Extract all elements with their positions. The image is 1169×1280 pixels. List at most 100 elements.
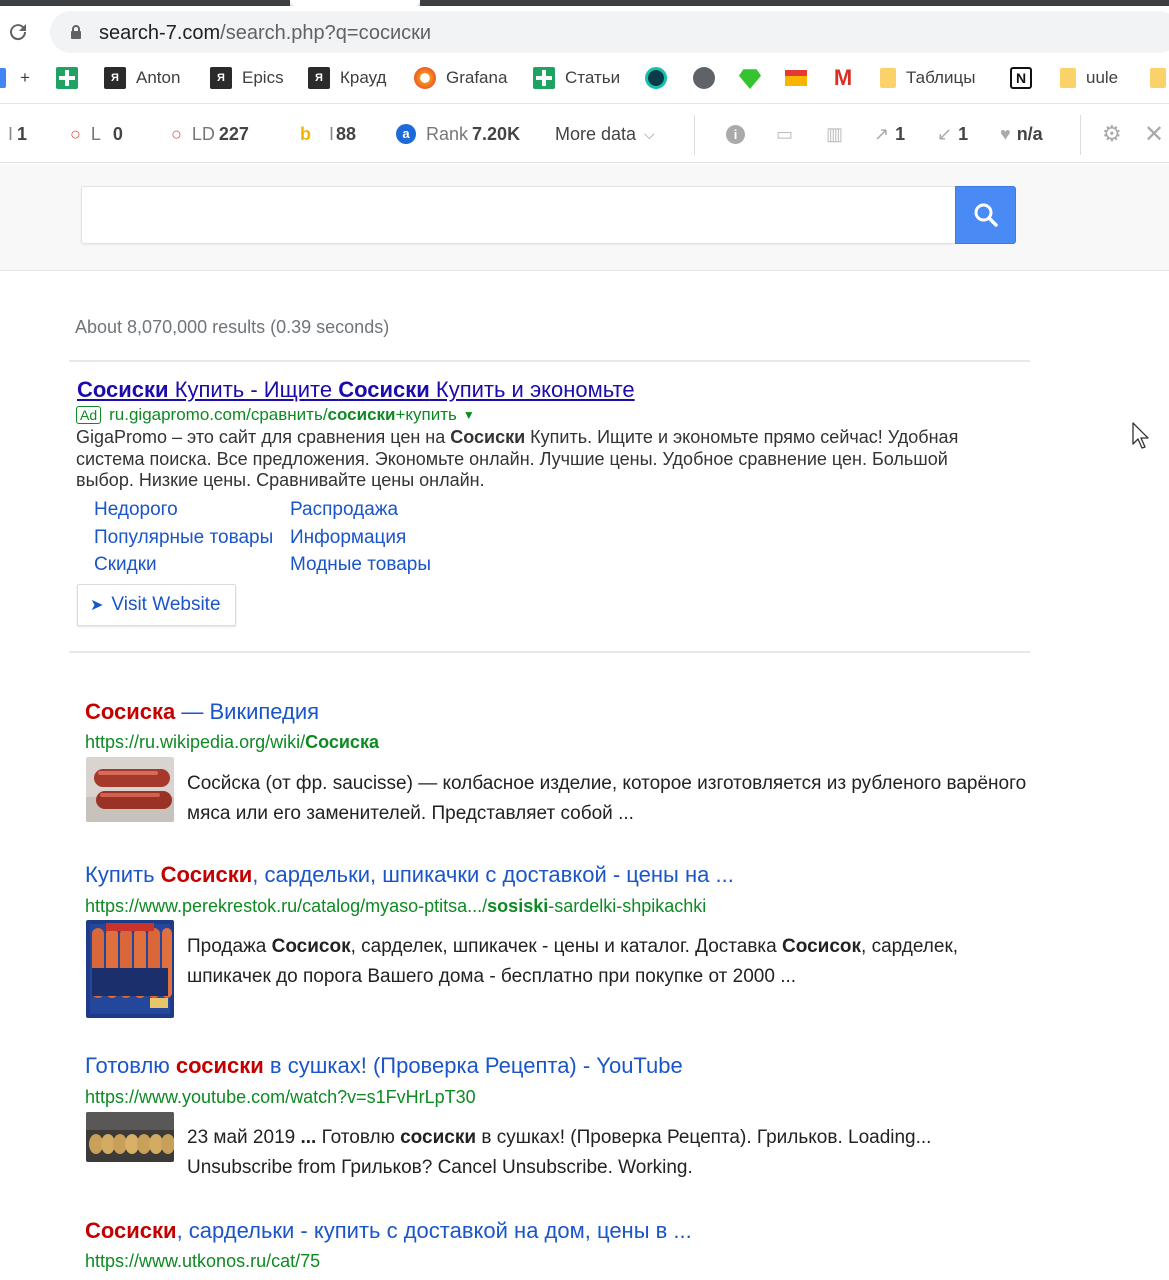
bookmark-globe[interactable] (693, 56, 725, 100)
bookmark-uule[interactable]: uule (1060, 56, 1118, 100)
ad-desc-keyword: Сосиски (450, 427, 526, 447)
bookmark-tablitsy[interactable]: Таблицы (880, 56, 975, 100)
result-title-keyword: Сосиски (85, 1218, 177, 1243)
seo-bing[interactable]: b I 88 (300, 105, 356, 163)
more-data-dropdown[interactable]: More data ⌵ (555, 105, 655, 163)
folder-icon (1150, 68, 1166, 88)
ld-circle-icon: ○ (171, 123, 182, 144)
lock-icon (71, 25, 81, 39)
bookmark-notion[interactable]: N (1010, 56, 1042, 100)
ad-title-link[interactable]: Сосиски Купить - Ищите Сосиски Купить и … (77, 377, 635, 403)
visit-website-button[interactable]: ➤ Visit Website (77, 584, 236, 626)
result-title-text: Готовлю (85, 1053, 176, 1078)
internal-links-value: 1 (958, 123, 969, 144)
chevron-down-icon: ⌵ (644, 125, 655, 142)
presentation-button[interactable]: ▭ (776, 105, 793, 163)
links-circle-icon: ○ (70, 123, 81, 144)
result-title-link[interactable]: Сосиска — Википедия (85, 699, 319, 725)
seo-rank[interactable]: a Rank 7.20K (396, 105, 520, 163)
gmail-icon: M (833, 65, 853, 90)
result-url[interactable]: https://ru.wikipedia.org/wiki/Сосиска (85, 732, 379, 753)
seo-ld-value: 227 (218, 123, 249, 144)
snippet-text: Готовлю (316, 1127, 401, 1148)
sitelink[interactable]: Скидки (94, 554, 157, 576)
seo-index[interactable]: I1 (8, 105, 27, 163)
bookmark-folder-more[interactable] (1150, 56, 1169, 100)
search-button[interactable] (955, 186, 1016, 244)
report-button[interactable]: ▥ (826, 105, 843, 163)
gear-icon: ⚙ (1102, 121, 1122, 146)
result-thumbnail[interactable] (86, 1112, 174, 1162)
bookmark-gem[interactable] (739, 56, 771, 100)
close-toolbar-button[interactable]: ✕ (1144, 105, 1164, 163)
caret-down-icon[interactable]: ▼ (463, 408, 475, 422)
result-url[interactable]: https://www.utkonos.ru/cat/75 (85, 1251, 320, 1272)
bookmark-anton[interactable]: Я Anton (104, 56, 180, 100)
bookmark-label: Grafana (446, 68, 508, 87)
sketch-gem-icon (739, 69, 761, 89)
result-url-text: https://www.perekrestok.ru/catalog/myaso… (85, 896, 488, 916)
result-title-keyword: Сосиска (85, 699, 176, 724)
sitelink[interactable]: Недорого (94, 499, 178, 521)
google-sheets-icon (533, 67, 555, 89)
seo-divider (1080, 115, 1081, 155)
sitelink[interactable]: Модные товары (290, 554, 431, 576)
result-snippet: Сосйска (от фр. saucisse) — колбасное из… (187, 773, 1027, 824)
folder-icon (880, 68, 896, 88)
reload-icon[interactable] (6, 20, 30, 44)
seo-ld[interactable]: ○ LD 227 (171, 105, 249, 163)
search-input[interactable] (81, 186, 955, 244)
result-url[interactable]: https://www.youtube.com/watch?v=s1FvHrLp… (85, 1087, 476, 1108)
result-title-link[interactable]: Купить Сосиски, сардельки, шпикачки с до… (85, 862, 734, 888)
bookmark-grafana[interactable]: Grafana (414, 56, 507, 100)
google-sheets-icon (56, 67, 78, 89)
alexa-icon: a (396, 124, 416, 144)
internal-links[interactable]: ↙ 1 (937, 105, 968, 163)
bookmark-sheets[interactable] (56, 56, 88, 100)
result-thumbnail[interactable] (86, 920, 174, 1018)
bookmark-kraud[interactable]: Я Крауд (308, 56, 386, 100)
bookmark-stati[interactable]: Статьи (533, 56, 620, 100)
ad-url-keyword: сосиски (327, 405, 396, 424)
info-button[interactable]: i (726, 105, 745, 163)
video-thumbnail-image (86, 1112, 174, 1162)
info-icon: i (726, 124, 745, 144)
result-title-text: — Википедия (175, 699, 320, 724)
bookmark-gmail[interactable]: M (832, 56, 864, 100)
ad-title-text: Купить и экономьте (429, 377, 635, 402)
browser-toolbar: search-7.com/search.php?q=сосиски (0, 6, 1169, 56)
url-text[interactable]: search-7.com/search.php?q=сосиски (99, 22, 431, 45)
bookmark-mail[interactable] (785, 56, 817, 100)
result-title-link[interactable]: Сосиски, сардельки - купить с доставкой … (85, 1218, 692, 1244)
bookmark-ext1[interactable] (645, 56, 677, 100)
health-value: n/a (1016, 123, 1043, 144)
presentation-icon: ▭ (776, 123, 794, 144)
yandex-ya-icon: Я (210, 67, 232, 89)
ad-title-text: Купить - Ищите (168, 377, 339, 402)
sitelink[interactable]: Популярные товары (94, 527, 273, 549)
bing-index-icon: I (329, 123, 335, 144)
address-bar[interactable]: search-7.com/search.php?q=сосиски (50, 11, 1169, 53)
bookmark-label: Anton (136, 68, 181, 87)
result-thumbnail[interactable] (86, 757, 174, 822)
result-title-text: в сушках! (Проверка Рецепта) - YouTube (263, 1053, 683, 1078)
ad-display-url[interactable]: ru.gigapromo.com/сравнить/сосиски+купить (109, 405, 457, 425)
result-title-link[interactable]: Готовлю сосиски в сушках! (Проверка Реце… (85, 1053, 683, 1079)
snippet-keyword: ... (300, 1127, 317, 1148)
bookmark-docs[interactable] (0, 56, 16, 100)
sitelink[interactable]: Распродажа (290, 499, 398, 521)
sitelink[interactable]: Информация (290, 527, 406, 549)
seo-index-value: 1 (17, 123, 28, 144)
divider (69, 360, 1030, 362)
notion-icon: N (1010, 67, 1032, 89)
external-links[interactable]: ↗ 1 (874, 105, 905, 163)
result-url[interactable]: https://www.perekrestok.ru/catalog/myaso… (85, 896, 706, 917)
settings-button[interactable]: ⚙ (1102, 105, 1122, 163)
snippet-keyword: сосиски (400, 1127, 477, 1148)
bookmark-add[interactable]: + (20, 56, 30, 100)
seo-links[interactable]: ○ L 0 (70, 105, 123, 163)
seo-toolbar: I1 ○ L 0 ○ LD 227 b I 88 a Rank 7.20K More data ⌵… (0, 105, 1169, 163)
health-status[interactable]: ♥ n/a (1000, 105, 1043, 163)
sausage-package-image (86, 920, 174, 1018)
bookmark-epics[interactable]: Я Epics (210, 56, 284, 100)
